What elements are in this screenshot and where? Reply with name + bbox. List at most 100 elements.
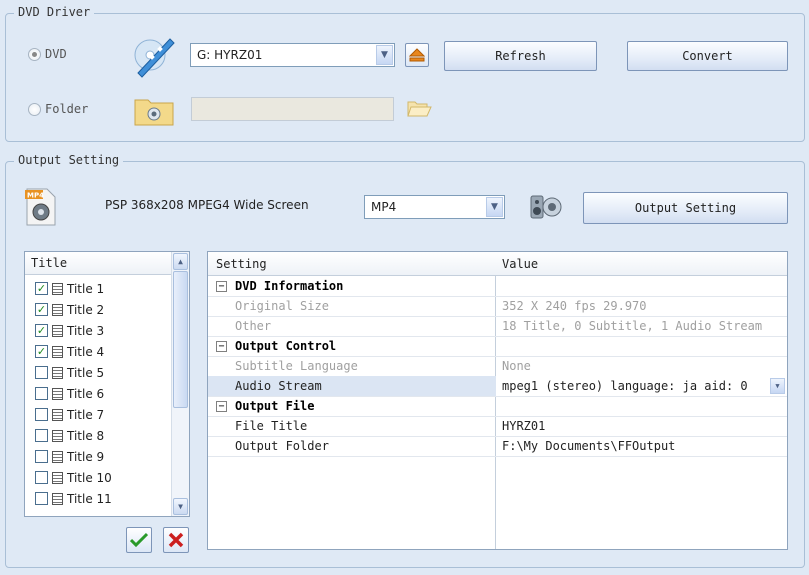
dvd-radio-dot[interactable] [28, 47, 41, 61]
eject-button[interactable] [405, 43, 429, 67]
section-output-control[interactable]: − Output Control [208, 336, 787, 357]
title-list-item[interactable]: Title 10 [25, 467, 189, 488]
chevron-down-icon[interactable]: ▼ [486, 197, 503, 217]
row-other[interactable]: Other 18 Title, 0 Subtitle, 1 Audio Stre… [208, 316, 787, 337]
row-subtitle-language[interactable]: Subtitle Language None [208, 356, 787, 377]
row-output-folder-value[interactable]: F:\My Documents\FFOutput [496, 436, 787, 456]
title-checkbox[interactable] [35, 471, 48, 484]
red-x-icon [168, 532, 184, 548]
title-list-item[interactable]: Title 6 [25, 383, 189, 404]
mp4-file-icon: MP4 [23, 187, 59, 227]
title-list-item[interactable]: ✓ Title 1 [25, 278, 189, 299]
output-setting-legend: Output Setting [14, 153, 124, 167]
title-list[interactable]: Title ✓ Title 1 ✓ Title 2 ✓ Title 3 ✓ Title 4 Ti… [24, 251, 190, 517]
format-select[interactable]: MP4 ▼ [364, 195, 505, 219]
uncheck-all-button[interactable] [163, 527, 189, 553]
film-strip-icon [52, 282, 63, 295]
title-checkbox[interactable]: ✓ [35, 282, 48, 295]
drive-select-value: G: HYRZ01 [197, 48, 263, 62]
row-file-title-value[interactable]: HYRZ01 [496, 416, 787, 436]
dvd-driver-legend: DVD Driver [14, 5, 95, 19]
profile-name: PSP 368x208 MPEG4 Wide Screen [105, 198, 309, 212]
title-list-item[interactable]: Title 11 [25, 488, 189, 509]
film-strip-icon [52, 303, 63, 316]
title-list-header[interactable]: Title [25, 252, 172, 275]
title-list-item[interactable]: ✓ Title 3 [25, 320, 189, 341]
row-audio-stream-name: Audio Stream [235, 379, 322, 393]
film-strip-icon [52, 387, 63, 400]
section-output-file[interactable]: − Output File [208, 396, 787, 417]
title-item-label: Title 11 [67, 491, 112, 506]
chevron-down-icon[interactable]: ▼ [376, 45, 393, 65]
title-item-label: Title 9 [67, 449, 105, 464]
title-checkbox[interactable] [35, 387, 48, 400]
title-item-label: Title 2 [67, 302, 105, 317]
film-strip-icon [52, 492, 63, 505]
title-checkbox[interactable]: ✓ [35, 345, 48, 358]
title-list-item[interactable]: Title 9 [25, 446, 189, 467]
collapse-icon[interactable]: − [216, 400, 227, 412]
title-item-label: Title 7 [67, 407, 105, 422]
col-value-header[interactable]: Value [496, 252, 787, 275]
settings-grid[interactable]: Setting Value − DVD Information Original… [207, 251, 788, 550]
dvd-film-icon [130, 33, 176, 79]
film-strip-icon [52, 408, 63, 421]
folder-radio[interactable]: Folder [28, 102, 88, 116]
title-rows: ✓ Title 1 ✓ Title 2 ✓ Title 3 ✓ Title 4 Title 5 T… [25, 275, 189, 509]
section-dvd-information[interactable]: − DVD Information [208, 276, 787, 297]
row-audio-stream[interactable]: Audio Stream mpeg1 (stereo) language: ja… [208, 376, 787, 397]
title-checkbox[interactable]: ✓ [35, 324, 48, 337]
collapse-icon[interactable]: − [216, 280, 227, 292]
col-setting-header[interactable]: Setting [208, 252, 496, 275]
title-item-label: Title 10 [67, 470, 112, 485]
title-checkbox[interactable] [35, 408, 48, 421]
title-list-item[interactable]: ✓ Title 2 [25, 299, 189, 320]
title-checkbox[interactable] [35, 492, 48, 505]
browse-folder-button[interactable] [405, 96, 433, 120]
film-strip-icon [52, 345, 63, 358]
row-output-folder[interactable]: Output Folder F:\My Documents\FFOutput [208, 436, 787, 457]
title-list-scrollbar[interactable]: ▲ ▼ [171, 252, 189, 516]
convert-button[interactable]: Convert [627, 41, 788, 71]
scroll-thumb[interactable] [173, 271, 188, 408]
row-file-title-name: File Title [235, 419, 308, 433]
row-original-size[interactable]: Original Size 352 X 240 fps 29.970 [208, 296, 787, 317]
row-other-value: 18 Title, 0 Subtitle, 1 Audio Stream [502, 319, 763, 333]
title-checkbox[interactable] [35, 450, 48, 463]
title-list-item[interactable]: ✓ Title 4 [25, 341, 189, 362]
folder-radio-dot[interactable] [28, 102, 41, 116]
convert-button-label: Convert [682, 49, 733, 63]
scroll-down-button[interactable]: ▼ [173, 498, 188, 515]
film-strip-icon [52, 324, 63, 337]
title-checkbox[interactable] [35, 429, 48, 442]
row-original-size-value: 352 X 240 fps 29.970 [502, 299, 647, 313]
title-checkbox[interactable]: ✓ [35, 303, 48, 316]
output-setting-button[interactable]: Output Setting [583, 192, 788, 224]
title-item-label: Title 8 [67, 428, 105, 443]
folder-camera-icon [134, 94, 174, 126]
row-subtitle-language-name: Subtitle Language [235, 359, 358, 373]
row-file-title[interactable]: File Title HYRZ01 [208, 416, 787, 437]
title-list-item[interactable]: Title 7 [25, 404, 189, 425]
scroll-up-button[interactable]: ▲ [173, 253, 188, 270]
audio-stream-dropdown[interactable]: ▼ [770, 378, 785, 394]
grid-header: Setting Value [208, 252, 787, 276]
speaker-settings-icon[interactable] [526, 190, 564, 224]
title-list-header-label: Title [31, 256, 68, 270]
output-setting-button-label: Output Setting [634, 201, 737, 215]
title-list-item[interactable]: Title 8 [25, 425, 189, 446]
check-all-button[interactable] [126, 527, 152, 553]
row-audio-stream-value[interactable]: mpeg1 (stereo) language: ja aid: 0 [502, 379, 770, 393]
dvd-radio[interactable]: DVD [28, 47, 67, 61]
collapse-icon[interactable]: − [216, 340, 227, 352]
title-checkbox[interactable] [35, 366, 48, 379]
drive-select[interactable]: G: HYRZ01 ▼ [190, 43, 395, 67]
row-output-folder-name: Output Folder [235, 439, 329, 453]
title-item-label: Title 3 [67, 323, 105, 338]
row-original-size-name: Original Size [235, 299, 329, 313]
folder-path-field[interactable] [191, 97, 394, 121]
section-dvd-information-label: DVD Information [235, 279, 344, 293]
film-strip-icon [52, 366, 63, 379]
title-list-item[interactable]: Title 5 [25, 362, 189, 383]
refresh-button[interactable]: Refresh [444, 41, 597, 71]
